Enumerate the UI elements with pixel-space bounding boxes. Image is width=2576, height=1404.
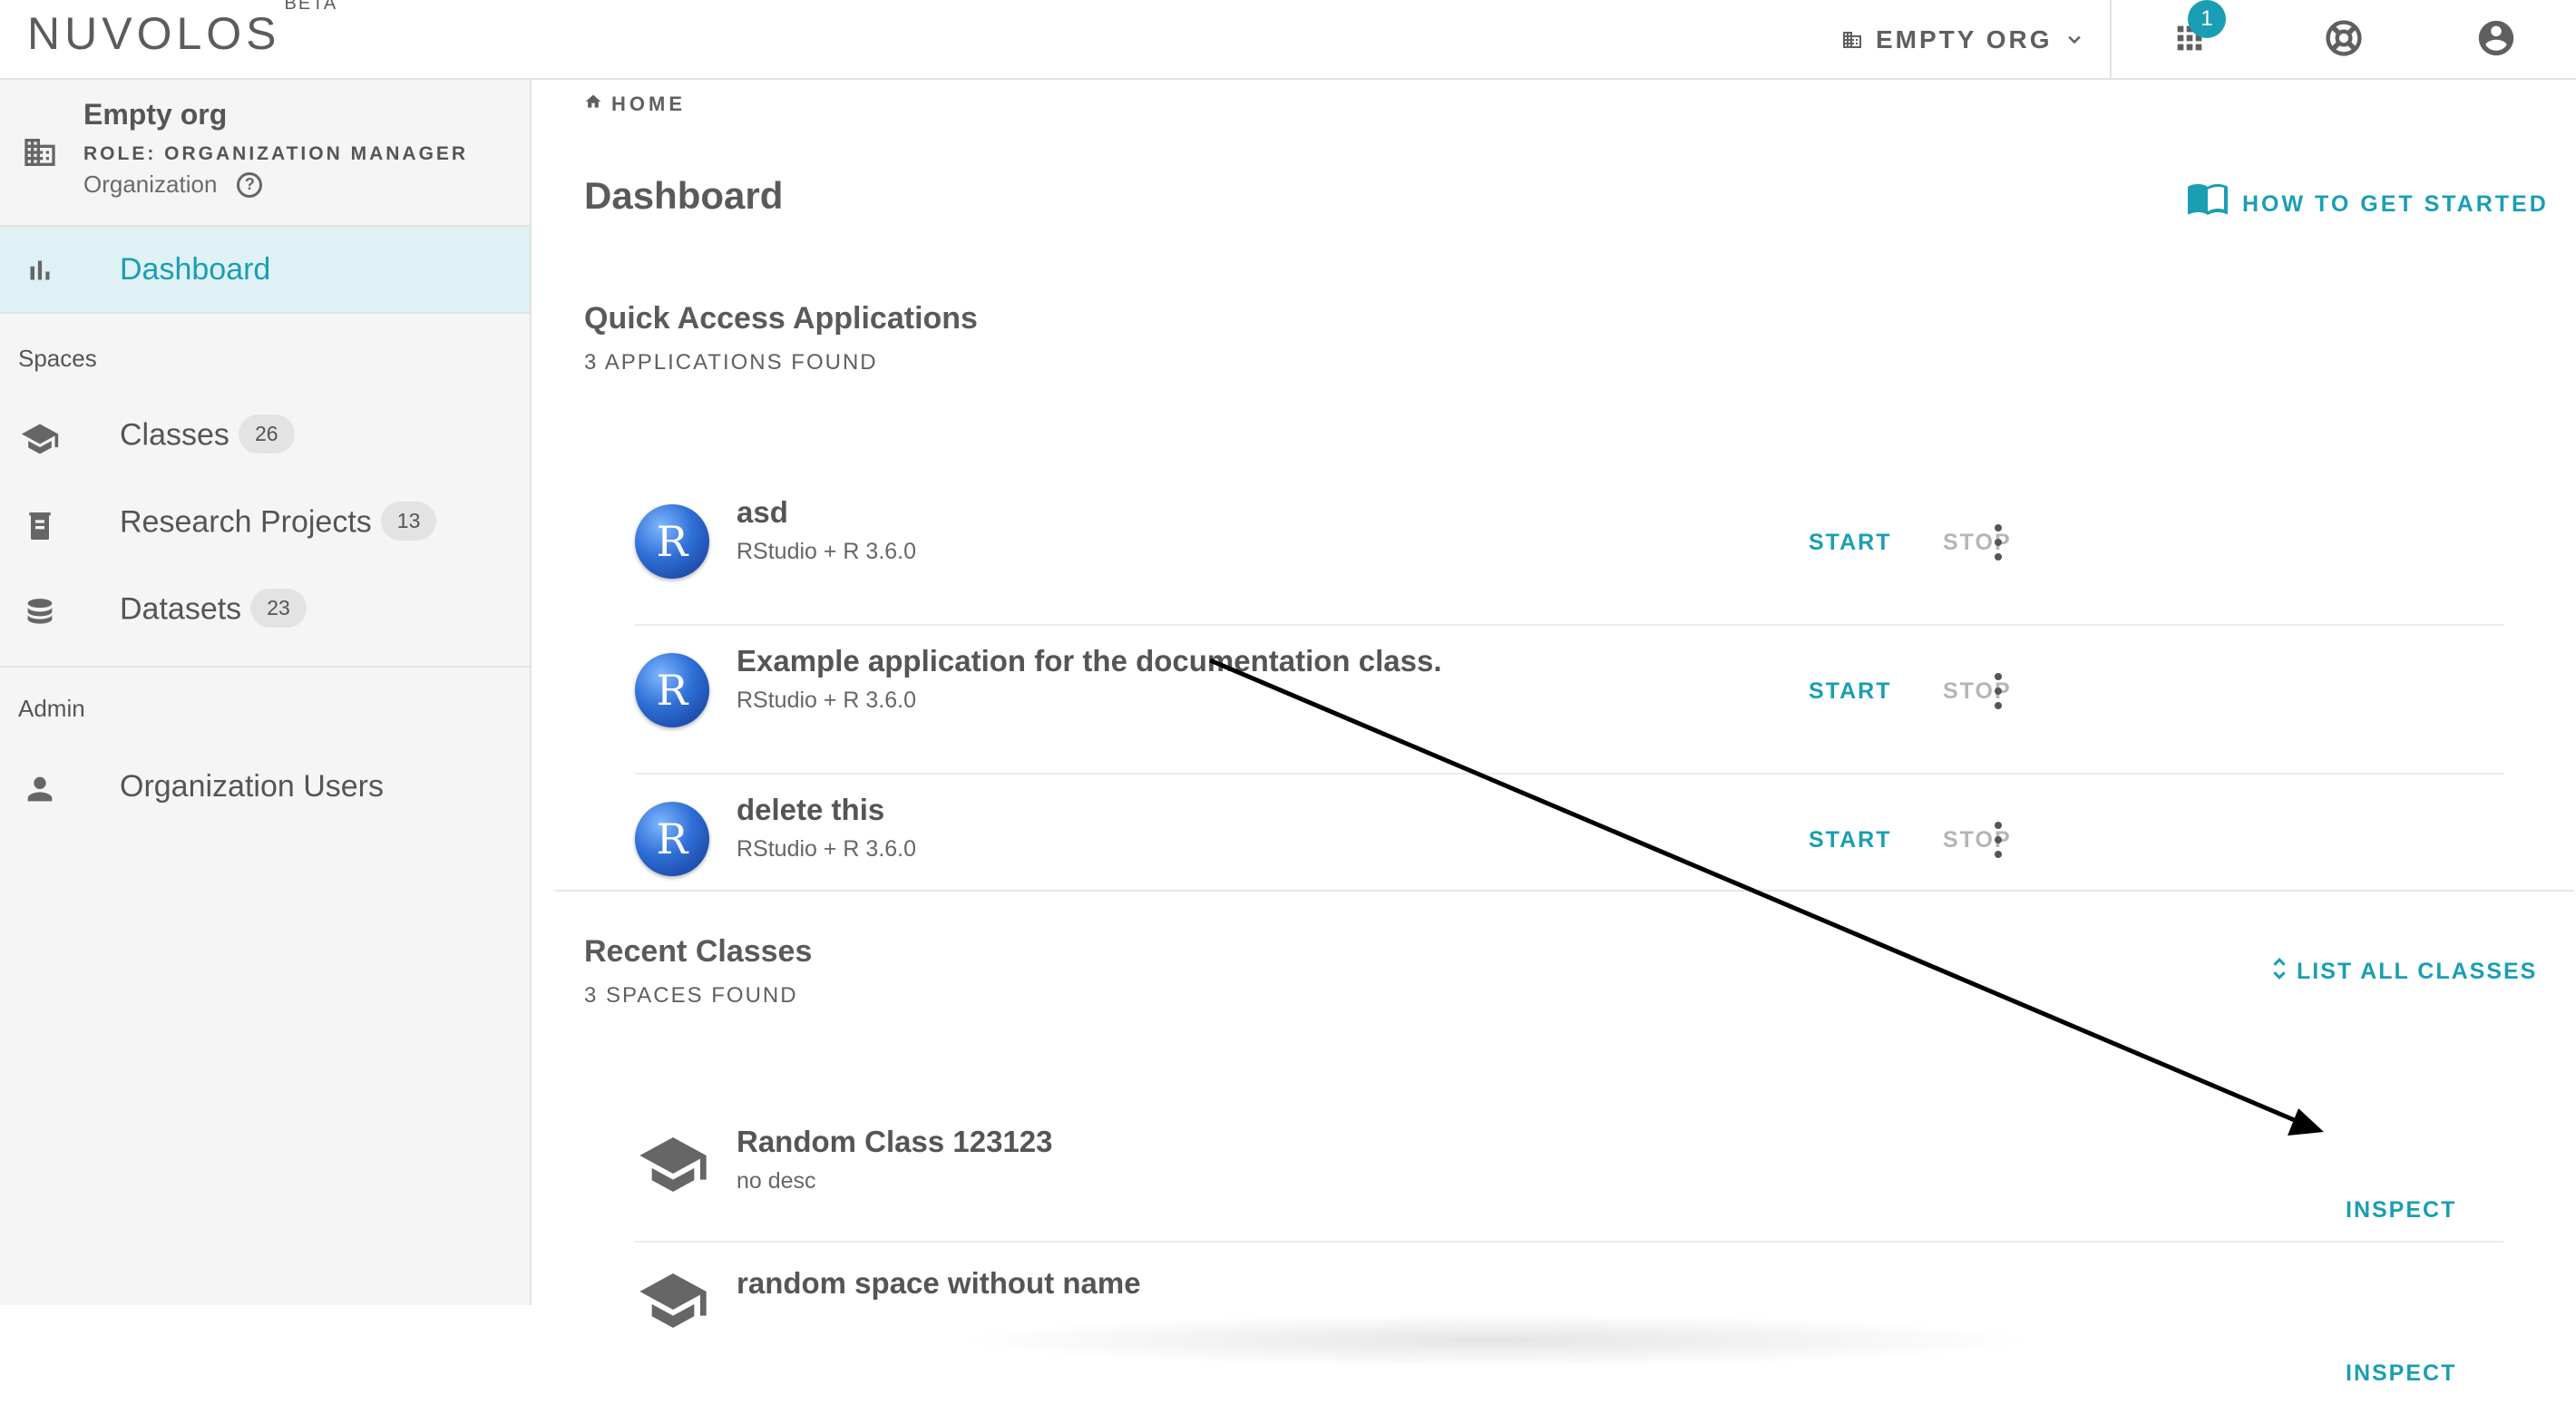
home-icon <box>584 93 602 116</box>
bar-chart-icon <box>20 250 60 290</box>
org-info: Empty org ROLE: ORGANIZATION MANAGER Org… <box>0 80 530 227</box>
database-icon <box>20 593 60 633</box>
org-type-label: Organization <box>83 171 218 198</box>
r-logo-icon: R <box>635 653 709 727</box>
sidebar-item-label: Organization Users <box>120 769 385 804</box>
org-name: Empty org <box>83 98 228 131</box>
class-name[interactable]: random space without name <box>737 1266 1141 1301</box>
building-icon <box>1841 29 1863 51</box>
sidebar-item-classes[interactable]: Classes 26 <box>0 405 530 473</box>
lifebuoy-icon <box>2324 18 2364 63</box>
recent-classes-count: 3 SPACES FOUND <box>584 983 798 1008</box>
classes-count-badge: 26 <box>238 414 295 453</box>
datasets-count-badge: 23 <box>250 589 307 628</box>
list-all-label: LIST ALL CLASSES <box>2297 959 2538 984</box>
sidebar-item-label: Research Projects 13 <box>120 502 437 543</box>
main-content: HOME Dashboard HOW TO GET STARTED Quick … <box>533 80 2576 1386</box>
spaces-heading: Spaces <box>18 345 97 372</box>
beaker-icon <box>20 506 60 546</box>
start-button[interactable]: START <box>1809 530 1891 556</box>
person-icon <box>20 769 60 809</box>
section-divider <box>555 890 2574 892</box>
sidebar-item-dashboard[interactable]: Dashboard <box>0 227 530 314</box>
top-bar: NUVOLOSBETA EMPTY ORG 1 <box>0 0 2576 80</box>
app-row: R delete this RStudio + R 3.6.0 START ST… <box>635 775 2503 923</box>
help-icon[interactable]: ? <box>237 171 263 198</box>
projects-count-badge: 13 <box>380 502 437 541</box>
app-environment: RStudio + R 3.6.0 <box>737 539 917 564</box>
class-name[interactable]: Random Class 123123 <box>737 1125 1053 1159</box>
breadcrumb[interactable]: HOME <box>584 93 686 116</box>
bottom-shadow <box>951 1313 2039 1368</box>
app-row: R asd RStudio + R 3.6.0 START STOP <box>635 477 2503 626</box>
how-to-label: HOW TO GET STARTED <box>2242 191 2549 217</box>
sidebar-item-label: Dashboard <box>120 252 271 287</box>
building-icon <box>20 132 60 172</box>
support-button[interactable] <box>2320 16 2367 63</box>
class-row: Random Class 123123 no desc INSPECT <box>635 1097 2503 1243</box>
app-environment: RStudio + R 3.6.0 <box>737 836 917 862</box>
graduation-cap-icon <box>635 1263 711 1339</box>
app-name[interactable]: asd <box>737 495 788 530</box>
graduation-cap-icon <box>20 419 60 459</box>
app-logo[interactable]: NUVOLOSBETA <box>27 0 337 60</box>
account-circle-icon <box>2475 17 2517 63</box>
account-button[interactable] <box>2473 16 2520 63</box>
list-all-classes-button[interactable]: LIST ALL CLASSES <box>2271 956 2537 988</box>
quick-access-title: Quick Access Applications <box>584 301 978 336</box>
notification-badge: 1 <box>2188 0 2226 38</box>
recent-classes-title: Recent Classes <box>584 934 813 969</box>
sidebar-divider <box>0 666 530 668</box>
sidebar-item-label: Classes 26 <box>120 414 295 456</box>
app-name[interactable]: delete this <box>737 793 884 827</box>
sidebar: Empty org ROLE: ORGANIZATION MANAGER Org… <box>0 80 532 1305</box>
breadcrumb-home: HOME <box>611 93 686 115</box>
app-row: R Example application for the documentat… <box>635 626 2503 775</box>
how-to-get-started-link[interactable]: HOW TO GET STARTED <box>2186 183 2549 226</box>
inspect-button[interactable]: INSPECT <box>2346 1197 2456 1224</box>
sidebar-item-research-projects[interactable]: Research Projects 13 <box>0 492 530 561</box>
more-options-icon[interactable] <box>1985 818 2012 862</box>
quick-access-count: 3 APPLICATIONS FOUND <box>584 350 878 375</box>
admin-heading: Admin <box>18 695 85 722</box>
class-description: no desc <box>737 1168 816 1194</box>
org-selector-label: EMPTY ORG <box>1876 25 2053 54</box>
chevron-down-icon <box>2065 31 2083 49</box>
book-open-icon <box>2186 183 2230 226</box>
start-button[interactable]: START <box>1809 678 1891 705</box>
inspect-button[interactable]: INSPECT <box>2346 1360 2456 1387</box>
org-type: Organization ? <box>83 171 263 199</box>
unfold-icon <box>2271 956 2288 988</box>
sidebar-item-organization-users[interactable]: Organization Users <box>0 753 530 825</box>
start-button[interactable]: START <box>1809 827 1891 853</box>
app-environment: RStudio + R 3.6.0 <box>737 687 917 713</box>
org-selector[interactable]: EMPTY ORG <box>1841 20 2083 60</box>
sidebar-item-datasets[interactable]: Datasets 23 <box>0 579 530 648</box>
r-logo-icon: R <box>635 802 709 876</box>
org-role: ROLE: ORGANIZATION MANAGER <box>83 143 469 164</box>
more-options-icon[interactable] <box>1985 521 2012 564</box>
app-name[interactable]: Example application for the documentatio… <box>737 644 1442 678</box>
page-title: Dashboard <box>584 174 784 217</box>
graduation-cap-icon <box>635 1126 711 1203</box>
r-logo-icon: R <box>635 504 709 579</box>
more-options-icon[interactable] <box>1985 669 2012 713</box>
sidebar-item-label: Datasets 23 <box>120 589 307 630</box>
topbar-divider <box>2110 0 2112 78</box>
beta-tag: BETA <box>284 0 338 15</box>
